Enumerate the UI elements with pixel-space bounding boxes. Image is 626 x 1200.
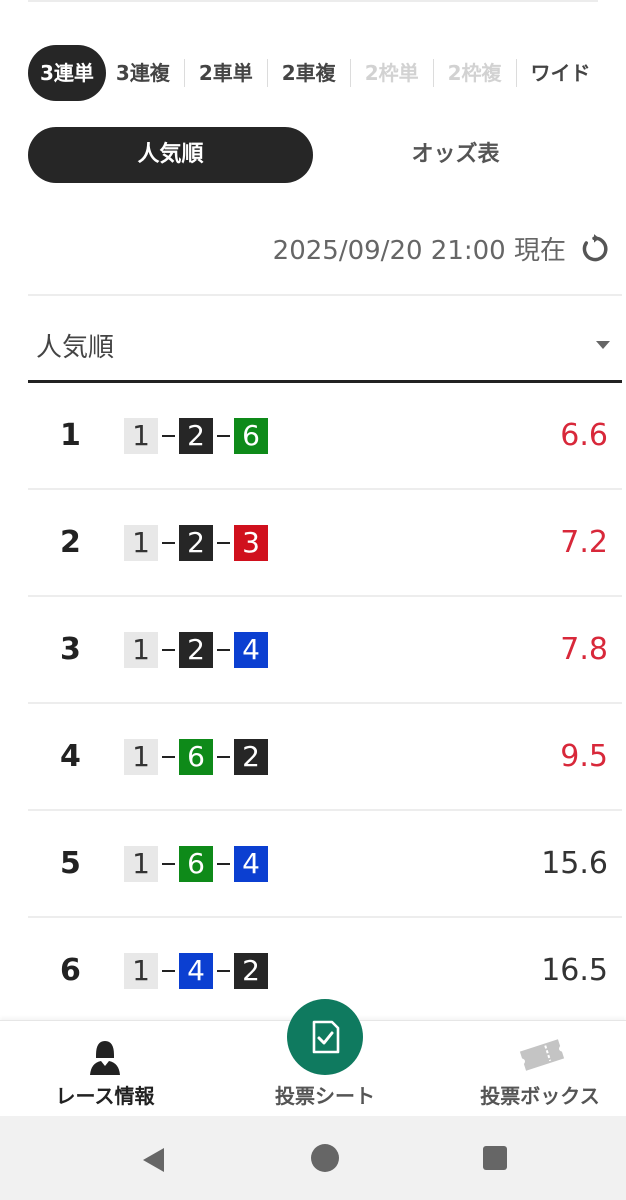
- car-number: 2: [179, 524, 213, 561]
- car-number: 4: [234, 631, 268, 668]
- combo-dash: [217, 755, 230, 758]
- sort-dropdown-value: 人気順: [36, 332, 115, 363]
- popularity-rank: 4: [60, 739, 81, 774]
- vote-sheet-fab[interactable]: [287, 999, 363, 1075]
- odds-value: 7.8: [560, 632, 608, 667]
- odds-timestamp: 2025/09/20 21:00 現在: [272, 236, 566, 266]
- odds-list: 1 1 2 6 6.6 2 1 2 3 7.2 3 1 2 4 7.8 4 1 …: [28, 383, 622, 1025]
- nav-vote-sheet-label: 投票シート: [275, 1084, 375, 1108]
- car-number: 1: [124, 952, 158, 989]
- tab-popularity[interactable]: 人気順: [28, 127, 313, 183]
- combination: 1 2 6: [124, 417, 268, 454]
- odds-value: 6.6: [560, 418, 608, 453]
- tab-sanrenpuku[interactable]: 3連複: [106, 45, 180, 101]
- recent-apps-icon[interactable]: [483, 1146, 507, 1170]
- combination: 1 6 4: [124, 845, 268, 882]
- odds-timestamp-bar: 2025/09/20 21:00 現在: [273, 230, 610, 267]
- popularity-rank: 5: [60, 846, 81, 881]
- racer-icon: [90, 1041, 120, 1075]
- popularity-rank: 2: [60, 525, 81, 560]
- car-number: 3: [234, 524, 268, 561]
- combo-dash: [217, 541, 230, 544]
- odds-row[interactable]: 5 1 6 4 15.6: [28, 811, 622, 918]
- tab-separator: [349, 59, 351, 87]
- car-number: 1: [124, 417, 158, 454]
- tab-odds-table[interactable]: オッズ表: [313, 127, 598, 183]
- tab-separator: [515, 59, 517, 87]
- odds-row[interactable]: 2 1 2 3 7.2: [28, 490, 622, 597]
- car-number: 2: [234, 738, 268, 775]
- odds-value: 16.5: [541, 953, 608, 988]
- tab-niwakufuku: 2枠複: [447, 61, 502, 85]
- sort-dropdown[interactable]: 人気順: [28, 310, 622, 383]
- combo-dash: [162, 755, 175, 758]
- combination: 1 6 2: [124, 738, 268, 775]
- tab-separator: [266, 59, 268, 87]
- tab-nishatan[interactable]: 2車単: [189, 45, 263, 101]
- combination: 1 2 4: [124, 631, 268, 668]
- top-divider: [28, 0, 598, 2]
- sort-mode-toggle: 人気順 オッズ表: [28, 127, 598, 183]
- car-number: 1: [124, 631, 158, 668]
- nav-race-info[interactable]: レース情報: [30, 1021, 180, 1117]
- combo-dash: [162, 541, 175, 544]
- popularity-rank: 6: [60, 953, 81, 988]
- odds-row[interactable]: 4 1 6 2 9.5: [28, 704, 622, 811]
- car-number: 4: [234, 845, 268, 882]
- popularity-rank: 3: [60, 632, 81, 667]
- combo-dash: [162, 969, 175, 972]
- tab-wide[interactable]: ワイド: [521, 45, 601, 101]
- back-icon[interactable]: [140, 1146, 166, 1174]
- home-icon[interactable]: [311, 1144, 339, 1172]
- car-number: 6: [179, 845, 213, 882]
- tab-niwakutan: 2枠単: [364, 61, 419, 85]
- combo-dash: [162, 434, 175, 437]
- odds-value: 9.5: [560, 739, 608, 774]
- combination: 1 2 3: [124, 524, 268, 561]
- section-divider: [28, 294, 622, 296]
- tab-sanrentan[interactable]: 3連単: [28, 45, 106, 101]
- tab-separator: [183, 59, 185, 87]
- nav-vote-box-label: 投票ボックス: [480, 1084, 600, 1108]
- odds-value: 15.6: [541, 846, 608, 881]
- odds-row[interactable]: 1 1 2 6 6.6: [28, 383, 622, 490]
- odds-value: 7.2: [560, 525, 608, 560]
- combination: 1 4 2: [124, 952, 268, 989]
- car-number: 1: [124, 738, 158, 775]
- car-number: 2: [179, 631, 213, 668]
- tab-separator: [432, 59, 434, 87]
- combo-dash: [217, 862, 230, 865]
- car-number: 2: [234, 952, 268, 989]
- nav-race-info-label: レース情報: [55, 1084, 155, 1108]
- combo-dash: [217, 969, 230, 972]
- car-number: 1: [124, 524, 158, 561]
- combo-dash: [217, 434, 230, 437]
- caret-down-icon: [596, 341, 610, 349]
- combo-dash: [217, 648, 230, 651]
- odds-row[interactable]: 3 1 2 4 7.8: [28, 597, 622, 704]
- refresh-icon[interactable]: [578, 233, 610, 265]
- car-number: 4: [179, 952, 213, 989]
- tab-nishafuku[interactable]: 2車複: [272, 45, 346, 101]
- popularity-rank: 1: [60, 418, 81, 453]
- system-navigation-bar: [0, 1116, 626, 1200]
- ticket-icon: [519, 1039, 565, 1071]
- nav-vote-box[interactable]: 投票ボックス: [470, 1021, 610, 1117]
- car-number: 2: [179, 417, 213, 454]
- vote-sheet-check-icon: [312, 1020, 340, 1054]
- car-number: 6: [234, 417, 268, 454]
- car-number: 6: [179, 738, 213, 775]
- combo-dash: [162, 862, 175, 865]
- combo-dash: [162, 648, 175, 651]
- car-number: 1: [124, 845, 158, 882]
- bet-type-tabs: 3連単 3連複 2車単 2車複 2枠単 2枠複 ワイド: [28, 45, 620, 101]
